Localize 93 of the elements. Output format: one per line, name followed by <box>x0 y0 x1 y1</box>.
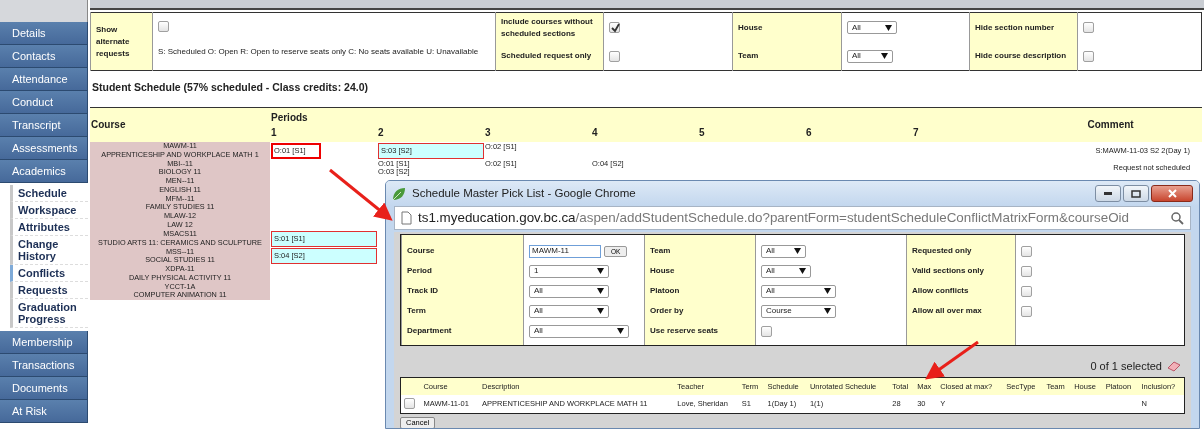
filter-label: Scheduled request only <box>495 42 604 71</box>
annotation-arrow <box>329 168 393 221</box>
sidebar-tab[interactable]: Attendance <box>0 68 88 91</box>
field-label: Use reserve seats <box>650 325 720 337</box>
filter-label: Hide course description <box>969 42 1078 71</box>
field-label: Term <box>407 305 427 317</box>
sidebar-tab[interactable]: At Risk <box>0 400 88 423</box>
page-icon <box>401 211 412 225</box>
close-icon <box>1167 189 1177 198</box>
minimize-button[interactable] <box>1095 185 1121 202</box>
caret-icon <box>597 308 604 314</box>
field-label: Order by <box>650 305 685 317</box>
field-label: House <box>650 265 676 277</box>
field-select[interactable]: All <box>761 244 806 258</box>
caret-icon <box>794 248 801 254</box>
filter-label: Include courses without scheduled sections <box>495 12 604 43</box>
sidebar-tab[interactable]: Conduct <box>0 91 88 114</box>
period-number: 1 <box>271 127 277 139</box>
maximize-button[interactable] <box>1123 185 1149 202</box>
sidebar-tab[interactable]: Assessments <box>0 137 88 160</box>
sidebar-tab[interactable]: Membership <box>0 331 88 354</box>
filter-label: Hide section number <box>969 12 1078 43</box>
filter-checkbox[interactable] <box>609 50 620 62</box>
period-number: 6 <box>806 127 812 139</box>
alternate-checkbox[interactable] <box>158 21 169 33</box>
row-checkbox[interactable] <box>404 398 415 410</box>
caret-icon <box>597 268 604 274</box>
field-select[interactable]: All <box>529 324 629 338</box>
minimize-icon <box>1104 192 1112 195</box>
field-label: Requested only <box>912 245 973 257</box>
period-number: 5 <box>699 127 705 139</box>
address-bar[interactable]: ts1.myeducation.gov.bc.ca/aspen/addStudentSchedule.do?parentForm=studentScheduleConflictMatrixForm&courseOid <box>394 206 1191 230</box>
caret-icon <box>617 328 624 334</box>
eraser-icon <box>1167 360 1181 373</box>
caret-icon <box>885 24 892 31</box>
field-label: Track ID <box>407 285 440 297</box>
field-checkbox[interactable] <box>1021 265 1032 277</box>
filter-checkbox[interactable] <box>609 22 620 34</box>
field-select[interactable]: 1 <box>529 264 609 278</box>
field-label: Course <box>407 245 436 257</box>
field-label: Period <box>407 265 433 277</box>
field-checkbox[interactable] <box>1021 245 1032 257</box>
caret-icon <box>597 288 604 294</box>
field-select[interactable]: All <box>529 284 609 298</box>
column-header: Course <box>90 107 270 142</box>
sidebar-tab[interactable]: Transcript <box>0 114 88 137</box>
sidebar-tab[interactable]: Documents <box>0 377 88 400</box>
filter-label: Show alternate requests <box>90 12 153 71</box>
course-field[interactable]: MAWM-11 <box>529 244 601 258</box>
period-number: 3 <box>485 127 491 139</box>
maximize-icon <box>1131 189 1141 198</box>
field-select[interactable]: Course <box>761 304 836 318</box>
field-label: Department <box>407 325 453 337</box>
field-checkbox[interactable] <box>1021 305 1032 317</box>
field-checkbox[interactable] <box>761 325 772 337</box>
field-label: Allow all over max <box>912 305 983 317</box>
sidebar-tab[interactable]: Transactions <box>0 354 88 377</box>
sidebar-tab[interactable]: Contacts <box>0 45 88 68</box>
sidebar-tab[interactable]: Academics <box>0 160 88 183</box>
field-select[interactable]: All <box>761 264 811 278</box>
filter-label: Team <box>732 42 842 71</box>
legend-text: S: Scheduled O: Open R: Open to reserve seats only C: No seats available U: Unavailable <box>158 45 480 58</box>
search-icon <box>1171 211 1184 225</box>
field-label: Allow conflicts <box>912 285 970 297</box>
close-button[interactable] <box>1151 185 1193 202</box>
filter-checkbox[interactable] <box>1083 50 1094 62</box>
caret-icon <box>824 308 831 314</box>
window-title: Schedule Master Pick List - Google Chrome <box>412 185 637 201</box>
selection-count: 0 of 1 selected <box>1090 359 1162 374</box>
period-number: 7 <box>913 127 919 139</box>
field-label: Platoon <box>650 285 681 297</box>
field-select[interactable]: All <box>529 304 609 318</box>
field-label: Team <box>650 245 672 257</box>
sidebar-tab[interactable]: Details <box>0 22 88 45</box>
filter-label: House <box>732 12 842 43</box>
caret-icon <box>799 268 806 274</box>
schedule-title: Student Schedule (57% scheduled - Class credits: 24.0) <box>92 80 369 95</box>
period-number: 2 <box>378 127 384 139</box>
filter-select[interactable]: All <box>847 21 897 35</box>
leaf-icon <box>392 186 406 201</box>
annotation-arrow <box>925 340 979 380</box>
column-header: Comment <box>1087 119 1134 130</box>
field-label: Valid sections only <box>912 265 986 277</box>
field-select[interactable]: All <box>761 284 836 298</box>
caret-icon <box>881 53 888 60</box>
filter-select[interactable]: All <box>847 49 893 63</box>
sidebar-subitem[interactable]: Graduation Progress <box>10 299 88 328</box>
column-header: Periods <box>271 111 308 123</box>
caret-icon <box>824 288 831 294</box>
field-checkbox[interactable] <box>1021 285 1032 297</box>
filter-checkbox[interactable] <box>1083 22 1094 34</box>
address-url: ts1.myeducation.gov.bc.ca/aspen/addStudentSchedule.do?parentForm=studentScheduleConflictMatrixForm&courseOid <box>418 208 1130 227</box>
period-number: 4 <box>592 127 598 139</box>
